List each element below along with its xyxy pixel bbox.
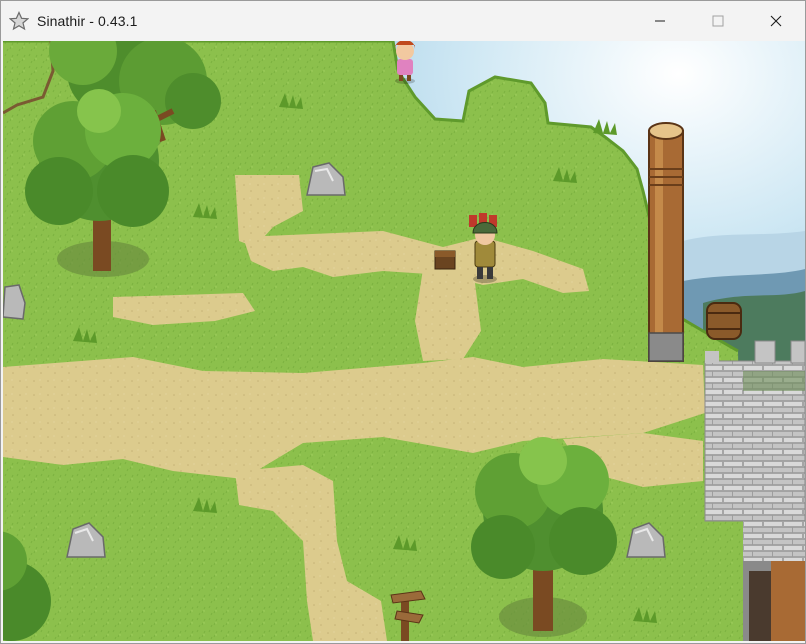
window-title: Sinathir - 0.43.1 — [37, 13, 138, 29]
minimize-icon — [655, 20, 665, 22]
game-map[interactable] — [3, 41, 805, 641]
window-controls — [631, 1, 805, 41]
close-button[interactable] — [747, 1, 805, 41]
title-bar[interactable]: Sinathir - 0.43.1 — [1, 1, 805, 41]
wooden-pillar — [648, 122, 684, 362]
game-viewport[interactable] — [3, 41, 805, 641]
wooden-box[interactable] — [434, 250, 456, 270]
minimize-button[interactable] — [631, 1, 689, 41]
maximize-icon — [712, 15, 724, 27]
game-window: Sinathir - 0.43.1 — [0, 0, 806, 644]
star-icon — [7, 9, 31, 33]
barrel[interactable] — [706, 302, 742, 340]
close-icon — [770, 15, 782, 27]
maximize-button[interactable] — [689, 1, 747, 41]
